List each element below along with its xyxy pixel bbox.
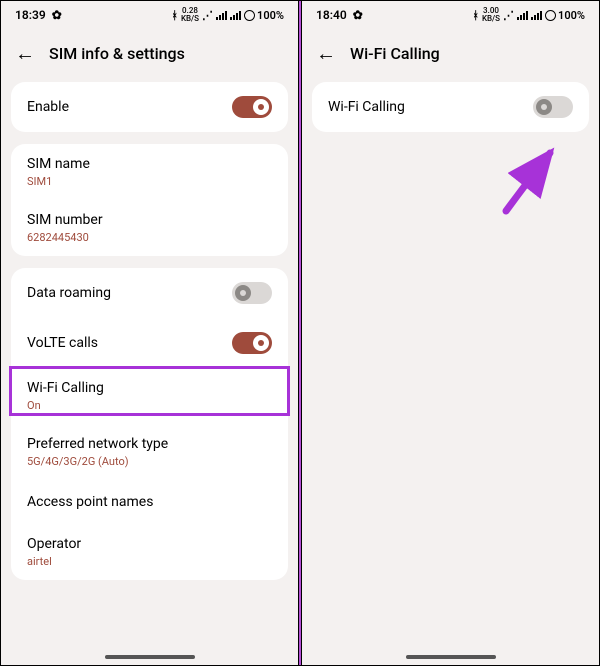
sim-number-value: 6282445430	[27, 231, 103, 244]
left-screen: 18:39 ✿ ᚼ 0.28KB/S ⋰ 100% ← SIM info & s…	[1, 1, 299, 665]
battery-indicator: 100%	[244, 9, 284, 22]
nav-bar-pill[interactable]	[105, 655, 195, 659]
wifi-calling-label: Wi-Fi Calling	[27, 380, 104, 396]
enable-toggle[interactable]	[232, 96, 272, 118]
arrow-annotation	[488, 141, 568, 221]
sim-number-label: SIM number	[27, 212, 103, 228]
signal-icon-2	[230, 10, 241, 20]
network-card: Data roaming VoLTE calls Wi-Fi Calling O…	[11, 268, 288, 580]
signal-icon	[216, 10, 227, 20]
back-icon[interactable]: ←	[316, 41, 336, 66]
data-roaming-row[interactable]: Data roaming	[11, 268, 288, 318]
pref-net-row[interactable]: Preferred network type 5G/4G/3G/2G (Auto…	[11, 424, 288, 480]
enable-label: Enable	[27, 99, 69, 115]
sim-name-value: SIM1	[27, 175, 90, 188]
page-header: ← SIM info & settings	[1, 27, 298, 82]
volte-row[interactable]: VoLTE calls	[11, 318, 288, 368]
back-icon[interactable]: ←	[15, 41, 35, 66]
wifi-calling-value: On	[27, 399, 104, 412]
bluetooth-icon: ᚼ	[171, 9, 178, 22]
wifi-calling-row[interactable]: Wi-Fi Calling	[312, 82, 589, 132]
sim-info-card: SIM name SIM1 SIM number 6282445430	[11, 144, 288, 256]
sim-number-row[interactable]: SIM number 6282445430	[11, 200, 288, 256]
page-title: SIM info & settings	[49, 44, 185, 63]
apn-label: Access point names	[27, 494, 153, 510]
battery-indicator: 100%	[545, 9, 585, 22]
signal-icon	[517, 10, 528, 20]
net-speed: 0.28KB/S	[181, 7, 199, 23]
net-speed: 3.00KB/S	[482, 7, 500, 23]
right-screen: 18:40 ✿ ᚼ 3.00KB/S ⋰ 100% ← Wi-Fi Callin…	[301, 1, 599, 665]
wifi-icon: ⋰	[202, 9, 213, 22]
data-roaming-label: Data roaming	[27, 285, 111, 301]
operator-label: Operator	[27, 536, 81, 552]
status-bar: 18:39 ✿ ᚼ 0.28KB/S ⋰ 100%	[1, 1, 298, 27]
sim-name-label: SIM name	[27, 156, 90, 172]
enable-card: Enable	[11, 82, 288, 132]
apn-row[interactable]: Access point names	[11, 480, 288, 524]
operator-row[interactable]: Operator airtel	[11, 524, 288, 580]
pref-net-value: 5G/4G/3G/2G (Auto)	[27, 455, 168, 468]
nav-bar-pill[interactable]	[406, 655, 496, 659]
enable-row[interactable]: Enable	[11, 82, 288, 132]
signal-icon-2	[531, 10, 542, 20]
status-right: ᚼ 0.28KB/S ⋰ 100%	[171, 7, 284, 23]
wifi-icon: ⋰	[503, 9, 514, 22]
pref-net-label: Preferred network type	[27, 436, 168, 452]
data-roaming-toggle[interactable]	[232, 282, 272, 304]
bluetooth-icon: ᚼ	[472, 9, 479, 22]
gear-icon: ✿	[353, 8, 363, 22]
volte-toggle[interactable]	[232, 332, 272, 354]
status-right: ᚼ 3.00KB/S ⋰ 100%	[472, 7, 585, 23]
wifi-calling-row[interactable]: Wi-Fi Calling On	[11, 368, 288, 424]
sim-name-row[interactable]: SIM name SIM1	[11, 144, 288, 200]
gear-icon: ✿	[52, 8, 62, 22]
status-bar: 18:40 ✿ ᚼ 3.00KB/S ⋰ 100%	[302, 1, 599, 27]
wifi-calling-label: Wi-Fi Calling	[328, 99, 405, 115]
status-time: 18:39	[15, 8, 46, 22]
page-title: Wi-Fi Calling	[350, 44, 440, 63]
volte-label: VoLTE calls	[27, 335, 98, 351]
operator-value: airtel	[27, 555, 81, 568]
status-time: 18:40	[316, 8, 347, 22]
wifi-calling-card: Wi-Fi Calling	[312, 82, 589, 132]
wifi-calling-toggle[interactable]	[533, 96, 573, 118]
page-header: ← Wi-Fi Calling	[302, 27, 599, 82]
